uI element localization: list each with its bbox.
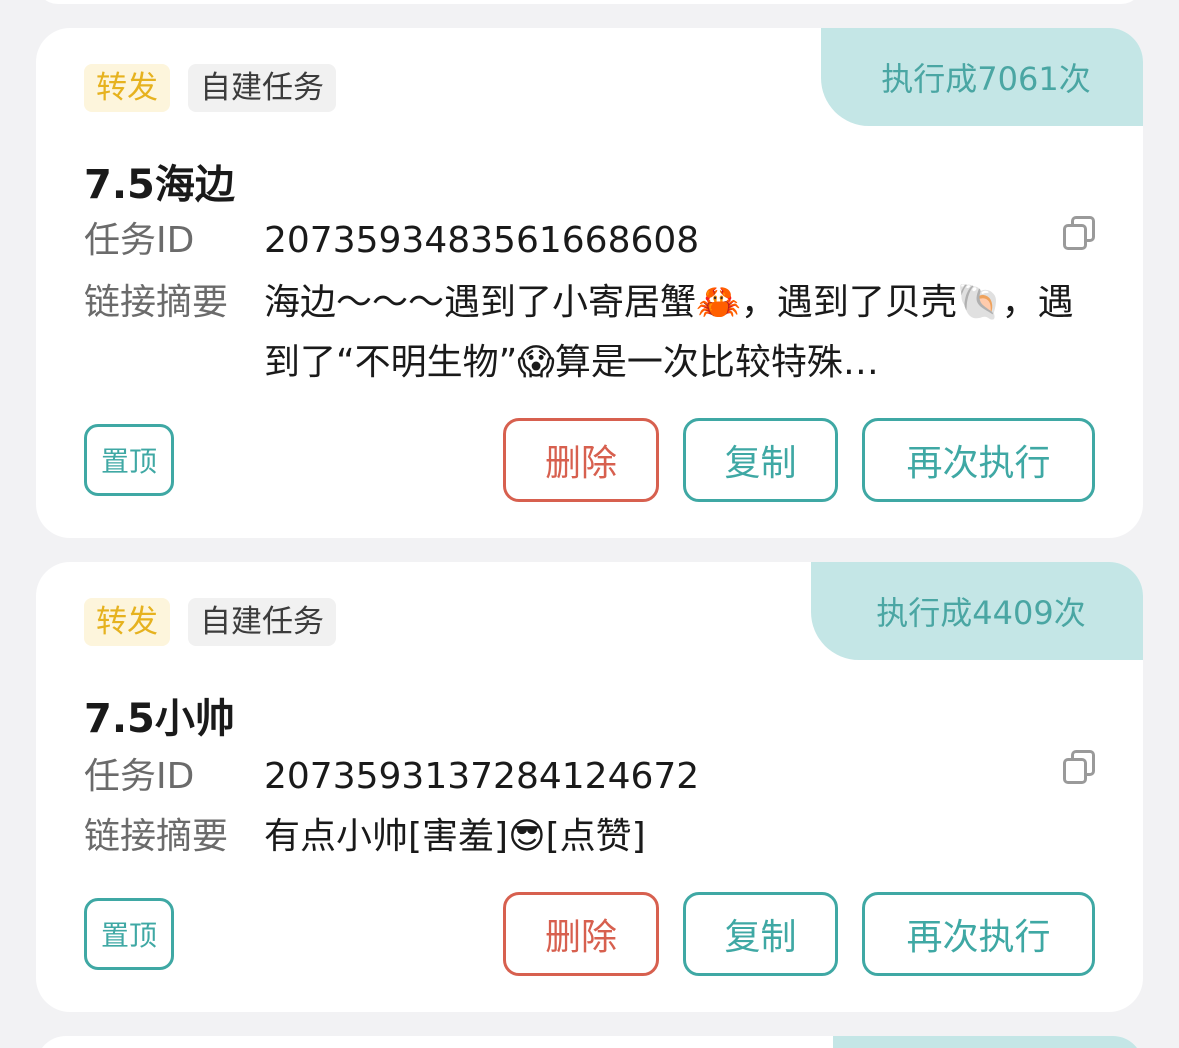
execution-count-badge: 执行成7061次 [821,28,1143,126]
task-id-label: 任务ID [84,220,195,261]
execution-count-badge [833,1036,1143,1048]
task-id-value: 2073593483561668608 [264,220,700,261]
tag-forward: 转发 [84,64,170,112]
link-summary-value: 有点小帅[害羞]😎[点赞] [264,816,646,857]
task-id-row: 任务ID 2073593137284124672 [84,752,699,802]
task-card-next [36,1036,1143,1048]
pin-button[interactable]: 置顶 [84,424,174,496]
task-card-previous [36,0,1143,4]
copy-icon[interactable] [1061,750,1097,786]
copy-icon[interactable] [1061,216,1097,252]
tag-forward: 转发 [84,598,170,646]
execute-again-button[interactable]: 再次执行 [862,418,1095,502]
task-title: 7.5海边 [84,162,235,208]
copy-button[interactable]: 复制 [683,892,838,976]
link-summary-row: 链接摘要 有点小帅[害羞]😎[点赞] [84,812,1084,867]
task-id-value: 2073593137284124672 [264,756,700,797]
pin-button[interactable]: 置顶 [84,898,174,970]
execution-count-badge: 执行成4409次 [811,562,1143,660]
task-id-row: 任务ID 2073593483561668608 [84,216,699,266]
copy-button[interactable]: 复制 [683,418,838,502]
tag-group: 转发 自建任务 [84,64,336,112]
link-summary-label: 链接摘要 [84,816,229,857]
execute-again-button[interactable]: 再次执行 [862,892,1095,976]
tag-self-built: 自建任务 [188,598,336,646]
task-list: 执行成7061次 转发 自建任务 7.5海边 任务ID 207359348356… [0,0,1179,1048]
task-id-label: 任务ID [84,756,195,797]
task-card: 执行成4409次 转发 自建任务 7.5小帅 任务ID 207359313728… [36,562,1143,1012]
task-title: 7.5小帅 [84,696,235,742]
delete-button[interactable]: 删除 [503,418,659,502]
tag-group: 转发 自建任务 [84,598,336,646]
link-summary-label: 链接摘要 [84,282,229,323]
delete-button[interactable]: 删除 [503,892,659,976]
link-summary-value: 海边～～～遇到了小寄居蟹🦀，遇到了贝壳🐚，遇到了“不明生物”😱算是一次比较特殊… [264,282,1074,383]
task-card: 执行成7061次 转发 自建任务 7.5海边 任务ID 207359348356… [36,28,1143,538]
link-summary-row: 链接摘要 海边～～～遇到了小寄居蟹🦀，遇到了贝壳🐚，遇到了“不明生物”😱算是一次… [84,278,1084,393]
tag-self-built: 自建任务 [188,64,336,112]
